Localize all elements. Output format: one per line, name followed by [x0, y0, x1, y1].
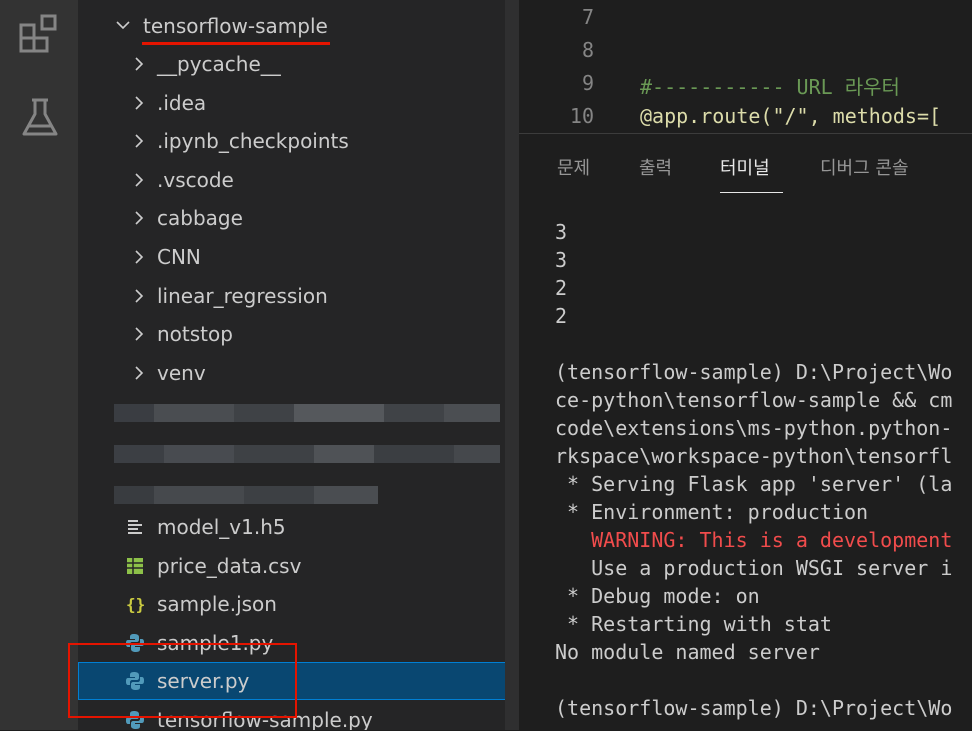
terminal-line: * Debug mode: on [555, 584, 760, 608]
code-editor[interactable]: 7 8 9 #----------- URL 라우터 10 @app.route("/",… [519, 0, 972, 133]
terminal-line: (tensorflow-sample) D:\Project\Wo [555, 696, 953, 720]
folder-row[interactable]: .idea [78, 84, 519, 122]
folder-label: .idea [157, 90, 207, 115]
folder-root-label: tensorflow-sample [143, 14, 328, 38]
folder-row[interactable]: CNN [78, 238, 519, 276]
folder-label: cabbage [157, 206, 243, 231]
folder-label: .vscode [157, 167, 234, 192]
panel-tab[interactable]: 출력 [639, 154, 672, 180]
blurred-entry [114, 445, 500, 463]
panel-tab[interactable]: 문제 [557, 154, 590, 180]
chevron-right-icon [135, 211, 144, 225]
chevron-right-icon [135, 96, 144, 110]
terminal-line: ce-python\tensorflow-sample && cm [555, 388, 953, 412]
folder-label: CNN [157, 245, 201, 269]
folder-root-tensorflow-sample[interactable]: tensorflow-sample [78, 7, 519, 45]
folder-row[interactable]: .ipynb_checkpoints [78, 122, 519, 160]
chevron-right-icon [135, 250, 144, 264]
code-text: @app.route("/", methods=[ [640, 104, 942, 128]
terminal-line: No module named server [555, 640, 820, 664]
code-text: #----------- URL 라우터 [640, 75, 900, 99]
panel-tab[interactable]: 터미널 [720, 154, 770, 180]
folder-label: __pycache__ [157, 52, 281, 76]
bottom-panel: 문제 출력 터미널 디버그 콘솔 3 3 2 2 (tensorflow-sample) D:… [519, 133, 972, 731]
line-number: 10 [569, 104, 594, 128]
file-label: sample.json [157, 592, 277, 617]
svg-text:{}: {} [126, 595, 145, 614]
chevron-right-icon [135, 289, 144, 303]
chevron-right-icon [135, 366, 144, 380]
file-row[interactable]: model_v1.h5 [78, 508, 519, 546]
folder-label: notstop [157, 322, 233, 347]
folder-label: .ipynb_checkpoints [157, 129, 349, 154]
panel-tab[interactable]: 디버그 콘솔 [820, 154, 909, 180]
folder-row[interactable]: .vscode [78, 161, 519, 199]
terminal-line: * Restarting with stat [555, 612, 832, 636]
chevron-right-icon [135, 134, 144, 148]
annotation-underline [142, 42, 330, 45]
annotation-highlight-box [68, 643, 297, 718]
terminal-line: 3 [555, 248, 568, 272]
code-line: 10 @app.route("/", methods=[ [519, 100, 972, 133]
file-label: price_data.csv [157, 553, 302, 578]
chevron-down-icon [116, 21, 130, 30]
terminal-line: * Serving Flask app 'server' (la [555, 472, 953, 496]
line-number: 8 [581, 38, 594, 62]
terminal-line: 3 [555, 220, 568, 244]
folder-row[interactable]: __pycache__ [78, 45, 519, 83]
chevron-right-icon [135, 327, 144, 341]
code-line: 9 #----------- URL 라우터 [519, 67, 972, 100]
sidebar-scrollbar[interactable] [505, 0, 519, 730]
terminal-line: rkspace\workspace-python\tensorfl [555, 444, 953, 468]
folder-row[interactable]: notstop [78, 315, 519, 353]
file-row[interactable]: {} sample.json [78, 585, 519, 623]
line-number: 7 [581, 5, 594, 29]
extensions-icon[interactable] [17, 12, 63, 58]
code-line: 7 [519, 1, 972, 34]
terminal-line: Use a production WSGI server i [555, 556, 953, 580]
chevron-right-icon [135, 57, 144, 71]
lines-icon [128, 520, 142, 534]
chevron-right-icon [135, 173, 144, 187]
terminal-line: code\extensions\ms-python.python- [555, 416, 953, 440]
folder-label: venv [157, 360, 206, 385]
folder-row[interactable]: linear_regression [78, 277, 519, 315]
folder-label: linear_regression [157, 283, 328, 308]
line-number: 9 [581, 71, 594, 95]
terminal-line: 2 [555, 276, 568, 300]
folder-row[interactable]: cabbage [78, 199, 519, 237]
terminal-warning-line: WARNING: This is a development [555, 528, 953, 552]
blurred-entry [114, 404, 500, 422]
terminal-line: 2 [555, 304, 568, 328]
activity-bar [0, 0, 78, 730]
file-row[interactable]: price_data.csv [78, 547, 519, 585]
terminal-line: * Environment: production [555, 500, 869, 524]
testing-flask-icon[interactable] [17, 96, 63, 142]
braces-icon: {} [126, 595, 145, 614]
file-label: model_v1.h5 [157, 515, 286, 539]
blurred-entry [114, 486, 378, 504]
code-line: 8 [519, 34, 972, 67]
explorer-sidebar: tensorflow-sample __pycache__ .idea .ipynb… [78, 0, 519, 730]
terminal-line: (tensorflow-sample) D:\Project\Wo [555, 360, 953, 384]
table-icon [127, 557, 143, 574]
active-tab-indicator [720, 192, 783, 193]
folder-row[interactable]: venv [78, 354, 519, 392]
